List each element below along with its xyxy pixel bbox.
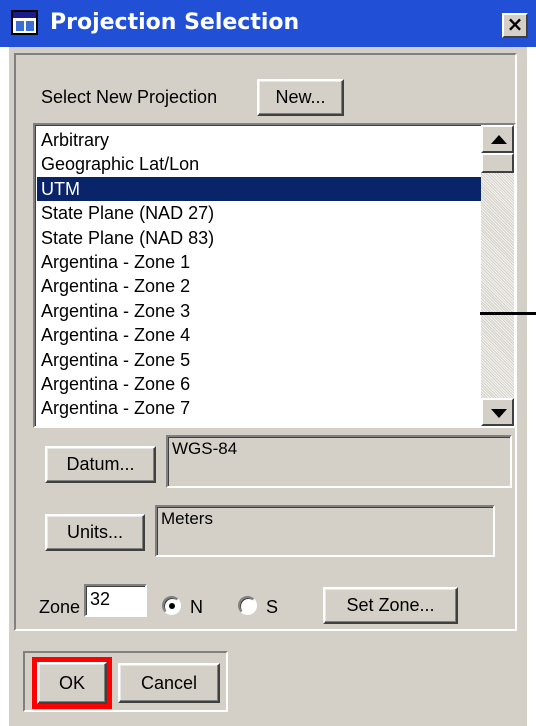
- list-item[interactable]: State Plane (NAD 83): [37, 226, 483, 250]
- list-item[interactable]: Argentina - Zone 5: [37, 348, 483, 372]
- list-item[interactable]: Argentina - Zone 3: [37, 299, 483, 323]
- scroll-down-button[interactable]: [481, 398, 514, 426]
- list-item[interactable]: Argentina - Zone 6: [37, 372, 483, 396]
- dialog-icon: [11, 10, 38, 35]
- list-item[interactable]: Geographic Lat/Lon: [37, 152, 483, 176]
- new-projection-button[interactable]: New...: [257, 79, 344, 116]
- datum-button[interactable]: Datum...: [45, 446, 156, 483]
- south-label[interactable]: S: [266, 594, 278, 620]
- zone-label: Zone: [39, 597, 81, 617]
- zone-input[interactable]: 32: [84, 584, 147, 617]
- north-label[interactable]: N: [190, 594, 203, 620]
- scroll-up-button[interactable]: [481, 125, 514, 153]
- list-item[interactable]: Argentina - Zone 2: [37, 274, 483, 298]
- north-radio[interactable]: [162, 596, 181, 615]
- arrow-down-icon: [491, 409, 507, 418]
- units-value: Meters: [155, 505, 495, 557]
- close-button[interactable]: ×: [502, 13, 528, 38]
- list-item-selected[interactable]: UTM: [37, 176, 483, 202]
- window-title: Projection Selection: [50, 10, 300, 35]
- projection-selection-window: Projection Selection × Select New Projec…: [0, 0, 536, 726]
- list-item[interactable]: State Plane (NAD 27): [37, 201, 483, 225]
- cancel-button[interactable]: Cancel: [118, 663, 220, 703]
- annotation-line: [480, 312, 536, 315]
- list-item[interactable]: Argentina - Zone 1: [37, 250, 483, 274]
- datum-value: WGS-84: [166, 435, 512, 488]
- south-radio[interactable]: [238, 596, 257, 615]
- projection-listbox[interactable]: Arbitrary Geographic Lat/Lon UTM State P…: [33, 123, 516, 428]
- projection-list: Arbitrary Geographic Lat/Lon UTM State P…: [37, 128, 483, 421]
- ok-highlight-box: [32, 657, 112, 709]
- list-scrollbar[interactable]: [481, 125, 514, 426]
- title-bar[interactable]: Projection Selection ×: [0, 0, 536, 47]
- select-projection-label: Select New Projection: [41, 87, 218, 107]
- list-item[interactable]: Argentina - Zone 7: [37, 396, 483, 420]
- units-button[interactable]: Units...: [45, 514, 145, 551]
- set-zone-button[interactable]: Set Zone...: [323, 587, 458, 624]
- close-icon: ×: [506, 12, 524, 36]
- list-item[interactable]: Arbitrary: [37, 128, 483, 152]
- radio-dot-icon: [169, 603, 175, 609]
- list-item[interactable]: Argentina - Zone 4: [37, 323, 483, 347]
- arrow-up-icon: [491, 135, 507, 144]
- scroll-thumb[interactable]: [481, 153, 514, 173]
